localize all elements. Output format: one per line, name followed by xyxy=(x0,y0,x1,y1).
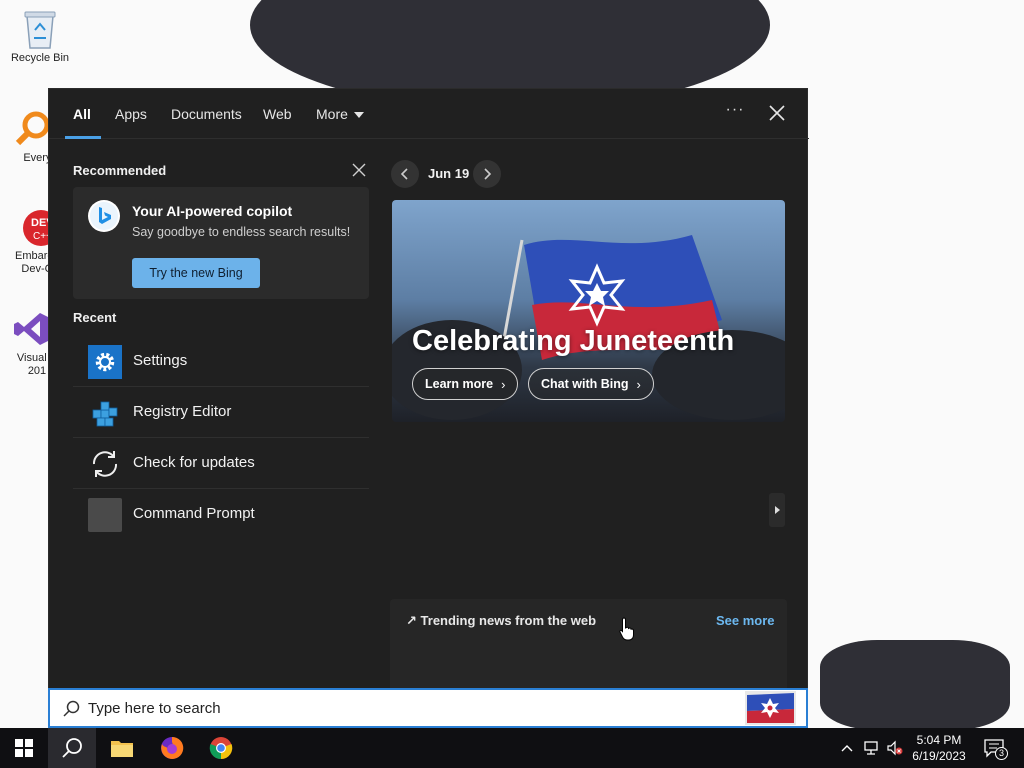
chat-with-bing-button[interactable]: Chat with Bing › xyxy=(528,368,654,400)
system-clock[interactable]: 5:04 PM 6/19/2023 xyxy=(905,732,973,764)
trending-label: ↗ Trending news from the web xyxy=(406,613,596,629)
tab-more-label: More xyxy=(316,106,348,122)
chrome-button[interactable] xyxy=(197,728,245,768)
recent-item-settings[interactable]: Settings xyxy=(73,337,369,387)
carousel-next-button[interactable] xyxy=(769,493,785,527)
recommended-heading: Recommended xyxy=(73,163,167,178)
network-icon[interactable] xyxy=(863,740,879,756)
chat-with-bing-label: Chat with Bing xyxy=(541,377,629,391)
search-input[interactable]: Type here to search xyxy=(88,700,221,717)
notification-count-badge: 3 xyxy=(995,747,1008,760)
desktop-icon-label: Recycle Bin xyxy=(10,52,70,64)
notifications-icon[interactable]: 3 xyxy=(983,738,1008,760)
learn-more-button[interactable]: Learn more › xyxy=(412,368,519,400)
dismiss-recommended-icon[interactable] xyxy=(352,163,366,177)
tab-more[interactable]: More xyxy=(316,106,364,122)
trending-up-icon: ↗ xyxy=(406,613,417,628)
start-button[interactable] xyxy=(0,728,48,768)
next-date-button[interactable] xyxy=(473,160,501,188)
everything-search-icon xyxy=(11,108,53,150)
bing-icon xyxy=(87,199,121,233)
folder-icon xyxy=(111,741,133,757)
try-new-bing-button[interactable]: Try the new Bing xyxy=(132,258,260,288)
trending-label-text: Trending news from the web xyxy=(420,613,597,628)
recent-heading: Recent xyxy=(73,310,117,325)
dev-cpp-icon: DEV C++ xyxy=(11,206,53,248)
recycle-bin-icon xyxy=(19,8,61,50)
recent-item-check-for-updates[interactable]: Check for updates xyxy=(73,439,369,489)
previous-date-button[interactable] xyxy=(391,160,419,188)
recent-item-label: Registry Editor xyxy=(133,403,232,420)
taskbar: 5:04 PM 6/19/2023 3 xyxy=(0,728,1024,768)
chevron-right-icon: › xyxy=(636,376,641,392)
close-icon[interactable] xyxy=(765,101,789,125)
recent-item-label: Check for updates xyxy=(133,454,255,471)
firefox-button[interactable] xyxy=(148,728,196,768)
desktop-icon-recycle-bin[interactable]: Recycle Bin xyxy=(8,8,72,65)
juneteenth-hero-card[interactable]: Celebrating Juneteenth Learn more › Chat … xyxy=(392,200,785,422)
caret-down-icon xyxy=(353,112,364,119)
see-more-link[interactable]: See more xyxy=(716,613,775,628)
show-hidden-icons-chevron-icon[interactable] xyxy=(839,740,855,756)
visual-studio-icon xyxy=(11,308,53,350)
learn-more-label: Learn more xyxy=(425,377,494,391)
more-options-icon[interactable]: ··· xyxy=(725,101,745,125)
recent-item-label: Command Prompt xyxy=(133,505,255,522)
search-panel: All Apps Documents Web More ··· Recommen… xyxy=(48,88,809,729)
wallpaper-shape xyxy=(820,640,1010,728)
refresh-icon xyxy=(88,447,122,481)
volume-muted-icon[interactable] xyxy=(886,740,903,756)
hand-cursor-icon xyxy=(619,617,635,641)
clock-time: 5:04 PM xyxy=(916,733,962,747)
firefox-icon xyxy=(161,736,184,759)
windows-logo-icon xyxy=(15,739,33,757)
recent-item-label: Settings xyxy=(133,352,188,369)
settings-gear-icon xyxy=(88,345,122,379)
tab-documents[interactable]: Documents xyxy=(171,106,242,122)
copilot-card[interactable]: Your AI-powered copilot Say goodbye to e… xyxy=(73,187,369,299)
search-icon xyxy=(62,700,80,718)
taskbar-search-button[interactable] xyxy=(48,728,96,768)
clock-date: 6/19/2023 xyxy=(912,749,966,763)
highlight-date: Jun 19 xyxy=(428,166,470,181)
juneteenth-flag-icon[interactable] xyxy=(745,691,796,725)
hero-title: Celebrating Juneteenth xyxy=(412,325,735,357)
chevron-right-icon: › xyxy=(501,376,506,392)
copilot-title: Your AI-powered copilot xyxy=(132,203,293,219)
tab-all[interactable]: All xyxy=(73,106,91,122)
copilot-subtitle: Say goodbye to endless search results! xyxy=(132,225,351,239)
command-prompt-icon xyxy=(88,498,122,532)
file-explorer-button[interactable] xyxy=(98,728,146,768)
registry-editor-icon xyxy=(88,396,122,430)
recent-item-command-prompt[interactable]: Command Prompt xyxy=(73,490,369,540)
search-tabs: All Apps Documents Web More ··· xyxy=(49,89,809,139)
search-icon xyxy=(62,738,82,758)
tab-web[interactable]: Web xyxy=(263,106,292,122)
chrome-icon xyxy=(209,737,233,760)
active-tab-indicator xyxy=(65,136,101,139)
tab-apps[interactable]: Apps xyxy=(115,106,147,122)
search-box[interactable]: Type here to search xyxy=(48,688,808,728)
recent-item-registry-editor[interactable]: Registry Editor xyxy=(73,388,369,438)
